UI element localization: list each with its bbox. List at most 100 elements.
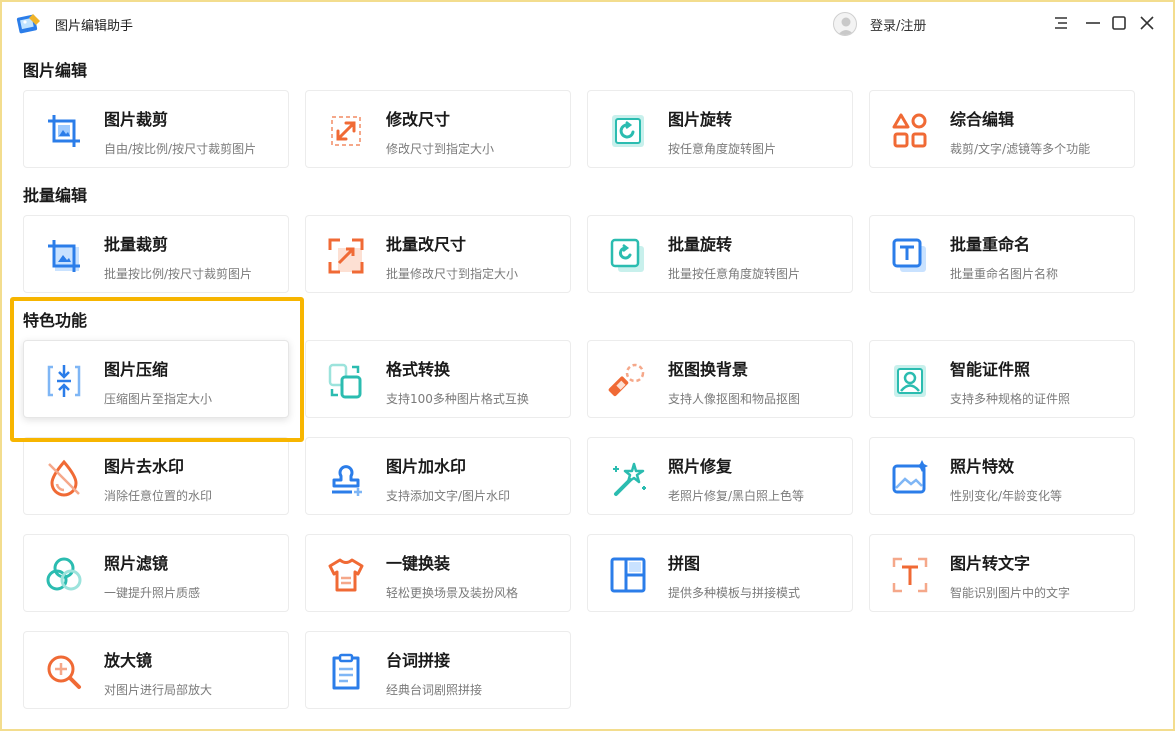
card-batch-crop-title: 批量裁剪 <box>104 235 169 254</box>
card-lines-collage[interactable]: 台词拼接 经典台词剧照拼接 <box>305 631 571 709</box>
menu-icon[interactable] <box>1050 12 1072 34</box>
card-batch-crop[interactable]: 批量裁剪 批量按比例/按尺寸裁剪图片 <box>23 215 289 293</box>
card-crop[interactable]: 图片裁剪 自由/按比例/按尺寸裁剪图片 <box>23 90 289 168</box>
card-batch-crop-desc: 批量按比例/按尺寸裁剪图片 <box>104 267 253 281</box>
id-photo-icon <box>890 361 930 401</box>
card-magnifier-desc: 对图片进行局部放大 <box>104 683 213 697</box>
card-photo-effects[interactable]: 照片特效 性别变化/年龄变化等 <box>869 437 1135 515</box>
card-remove-watermark[interactable]: 图片去水印 消除任意位置的水印 <box>23 437 289 515</box>
card-rotate[interactable]: 图片旋转 按任意角度旋转图片 <box>587 90 853 168</box>
card-batch-resize[interactable]: 批量改尺寸 批量修改尺寸到指定大小 <box>305 215 571 293</box>
magnifier-icon <box>44 652 84 692</box>
card-magnifier-title: 放大镜 <box>104 651 153 670</box>
card-collage-desc: 提供多种模板与拼接模式 <box>668 586 801 600</box>
app-logo-icon <box>16 11 42 37</box>
minimize-icon[interactable] <box>1082 12 1104 34</box>
crop-icon <box>44 111 84 151</box>
card-crop-title: 图片裁剪 <box>104 110 169 129</box>
title-bar: 图片编辑助手 登录/注册 <box>0 0 1175 48</box>
card-resize[interactable]: 修改尺寸 修改尺寸到指定大小 <box>305 90 571 168</box>
rotate-icon <box>608 111 648 151</box>
user-avatar-icon[interactable] <box>833 12 857 36</box>
shapes-icon <box>890 111 930 151</box>
card-lines-title: 台词拼接 <box>386 651 451 670</box>
card-lines-desc: 经典台词剧照拼接 <box>386 683 483 697</box>
maximize-icon[interactable] <box>1108 12 1130 34</box>
card-compress-desc: 压缩图片至指定大小 <box>104 392 213 406</box>
card-collage-title: 拼图 <box>668 554 701 573</box>
batch-rename-icon <box>890 236 930 276</box>
card-batch-rotate-title: 批量旋转 <box>668 235 733 254</box>
card-cutout-desc: 支持人像抠图和物品抠图 <box>668 392 801 406</box>
card-compress-title: 图片压缩 <box>104 360 169 379</box>
batch-rotate-icon <box>608 236 648 276</box>
section-title-batch: 批量编辑 <box>23 186 88 205</box>
shirt-icon <box>326 555 366 595</box>
card-ocr-title: 图片转文字 <box>950 554 1031 573</box>
close-icon[interactable] <box>1136 12 1158 34</box>
add-watermark-icon <box>326 458 366 498</box>
lines-icon <box>326 652 366 692</box>
remove-watermark-icon <box>44 458 84 498</box>
magic-wand-icon <box>608 458 648 498</box>
effects-icon <box>890 458 930 498</box>
card-photo-repair[interactable]: 照片修复 老照片修复/黑白照上色等 <box>587 437 853 515</box>
card-batch-rotate-desc: 批量按任意角度旋转图片 <box>668 267 801 281</box>
card-batch-rename-title: 批量重命名 <box>950 235 1031 254</box>
card-batch-rename-desc: 批量重命名图片名称 <box>950 267 1059 281</box>
card-repair-desc: 老照片修复/黑白照上色等 <box>668 489 805 503</box>
card-rotate-desc: 按任意角度旋转图片 <box>668 142 777 156</box>
card-batch-resize-title: 批量改尺寸 <box>386 235 467 254</box>
card-outfit-desc: 轻松更换场景及装扮风格 <box>386 586 519 600</box>
card-filter-title: 照片滤镜 <box>104 554 169 573</box>
batch-crop-icon <box>44 236 84 276</box>
card-filter-desc: 一键提升照片质感 <box>104 586 201 600</box>
card-ocr-desc: 智能识别图片中的文字 <box>950 586 1071 600</box>
ocr-icon <box>890 555 930 595</box>
card-cutout-title: 抠图换背景 <box>668 360 749 379</box>
login-register-link[interactable]: 登录/注册 <box>870 15 926 34</box>
card-repair-title: 照片修复 <box>668 457 733 476</box>
card-crop-desc: 自由/按比例/按尺寸裁剪图片 <box>104 142 257 156</box>
card-magnifier[interactable]: 放大镜 对图片进行局部放大 <box>23 631 289 709</box>
card-image-to-text[interactable]: 图片转文字 智能识别图片中的文字 <box>869 534 1135 612</box>
collage-icon <box>608 555 648 595</box>
card-resize-desc: 修改尺寸到指定大小 <box>386 142 495 156</box>
compress-icon <box>44 361 84 401</box>
card-batch-rename[interactable]: 批量重命名 批量重命名图片名称 <box>869 215 1135 293</box>
card-convert-title: 格式转换 <box>386 360 451 379</box>
card-combo-title: 综合编辑 <box>950 110 1015 129</box>
card-id-photo[interactable]: 智能证件照 支持多种规格的证件照 <box>869 340 1135 418</box>
cutout-icon <box>608 361 648 401</box>
card-format-convert[interactable]: 格式转换 支持100多种图片格式互换 <box>305 340 571 418</box>
card-effects-desc: 性别变化/年龄变化等 <box>950 489 1063 503</box>
card-id-photo-desc: 支持多种规格的证件照 <box>950 392 1071 406</box>
section-title-special: 特色功能 <box>23 311 88 330</box>
card-id-photo-title: 智能证件照 <box>950 360 1031 379</box>
convert-icon <box>326 361 366 401</box>
card-batch-rotate[interactable]: 批量旋转 批量按任意角度旋转图片 <box>587 215 853 293</box>
card-outfit-change[interactable]: 一键换装 轻松更换场景及装扮风格 <box>305 534 571 612</box>
card-effects-title: 照片特效 <box>950 457 1015 476</box>
app-title: 图片编辑助手 <box>55 19 134 34</box>
card-combo-desc: 裁剪/文字/滤镜等多个功能 <box>950 142 1091 156</box>
card-add-watermark[interactable]: 图片加水印 支持添加文字/图片水印 <box>305 437 571 515</box>
card-resize-title: 修改尺寸 <box>386 110 451 129</box>
card-outfit-title: 一键换装 <box>386 554 451 573</box>
card-add-watermark-title: 图片加水印 <box>386 457 467 476</box>
card-compress[interactable]: 图片压缩 压缩图片至指定大小 <box>23 340 289 418</box>
card-collage[interactable]: 拼图 提供多种模板与拼接模式 <box>587 534 853 612</box>
card-remove-watermark-title: 图片去水印 <box>104 457 185 476</box>
batch-resize-icon <box>326 236 366 276</box>
filter-icon <box>44 555 84 595</box>
card-combo-edit[interactable]: 综合编辑 裁剪/文字/滤镜等多个功能 <box>869 90 1135 168</box>
resize-icon <box>326 111 366 151</box>
card-remove-watermark-desc: 消除任意位置的水印 <box>104 489 213 503</box>
card-convert-desc: 支持100多种图片格式互换 <box>386 392 529 406</box>
card-photo-filter[interactable]: 照片滤镜 一键提升照片质感 <box>23 534 289 612</box>
card-add-watermark-desc: 支持添加文字/图片水印 <box>386 489 511 503</box>
card-rotate-title: 图片旋转 <box>668 110 733 129</box>
section-title-edit: 图片编辑 <box>23 61 88 80</box>
card-cutout[interactable]: 抠图换背景 支持人像抠图和物品抠图 <box>587 340 853 418</box>
card-batch-resize-desc: 批量修改尺寸到指定大小 <box>386 267 519 281</box>
